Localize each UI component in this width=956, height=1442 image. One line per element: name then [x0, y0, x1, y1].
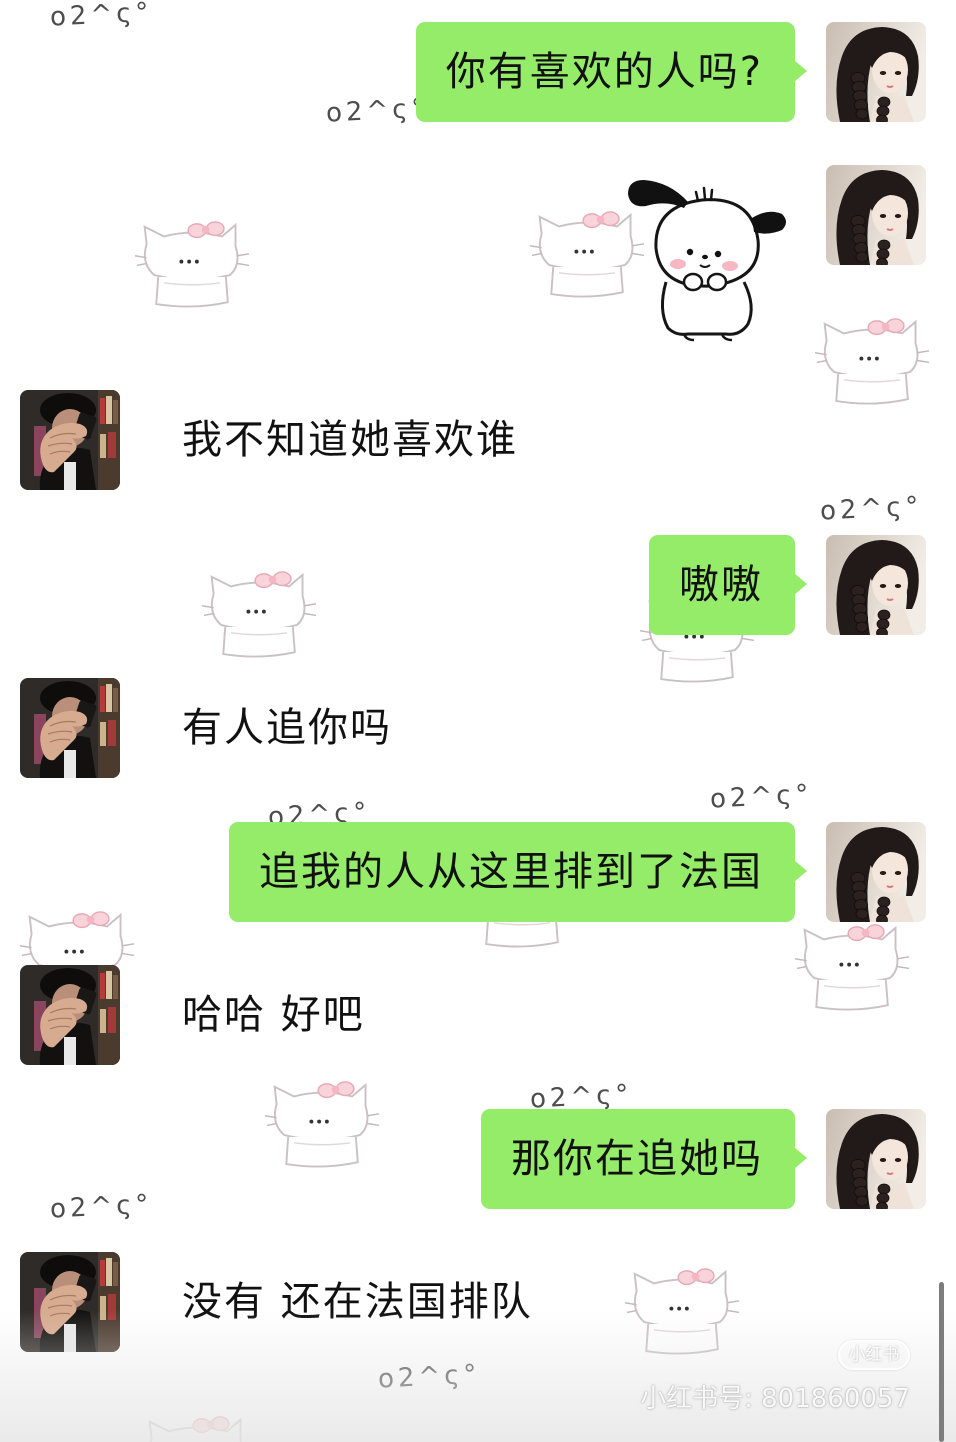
boy-avatar[interactable]: [20, 965, 120, 1065]
girl-avatar[interactable]: [826, 22, 926, 122]
message-row: 嗷嗷: [0, 535, 956, 635]
watermark-account-id: 小红书号: 801860057: [640, 1384, 910, 1414]
message-row: 那你在追她吗: [0, 1109, 956, 1209]
boy-avatar[interactable]: [20, 390, 120, 490]
xiaohongshu-logo-watermark: 小红书: [838, 1340, 910, 1370]
message-text: 那你在追她吗: [511, 1136, 763, 1182]
pochacco-sticker[interactable]: [626, 178, 788, 343]
message-row: 你有喜欢的人吗?: [0, 22, 956, 122]
message-text: 追我的人从这里排到了法国: [259, 849, 763, 895]
message-row: 有人追你吗: [0, 678, 956, 778]
chat-message-list[interactable]: 你有喜欢的人吗? 我不知道她喜欢谁 嗷嗷 有人追你吗 追我的人从这里排到了法国 …: [0, 0, 956, 1442]
message-bubble[interactable]: 嗷嗷: [649, 535, 807, 635]
message-text: 你有喜欢的人吗?: [445, 49, 763, 95]
scrollbar[interactable]: [939, 1282, 944, 1442]
message-text[interactable]: 我不知道她喜欢谁: [182, 390, 518, 490]
message-row: 追我的人从这里排到了法国: [0, 822, 956, 922]
message-row: 我不知道她喜欢谁: [0, 390, 956, 490]
boy-avatar[interactable]: [20, 678, 120, 778]
girl-avatar[interactable]: [826, 535, 926, 635]
message-text: 嗷嗷: [679, 562, 763, 608]
message-bubble[interactable]: 那你在追她吗: [481, 1109, 807, 1209]
girl-avatar[interactable]: [826, 822, 926, 922]
message-bubble[interactable]: 你有喜欢的人吗?: [415, 22, 808, 122]
message-row: [0, 165, 956, 342]
message-text[interactable]: 有人追你吗: [182, 678, 392, 778]
message-bubble[interactable]: 追我的人从这里排到了法国: [229, 822, 807, 922]
girl-avatar[interactable]: [826, 165, 926, 265]
message-text[interactable]: 哈哈 好吧: [182, 965, 365, 1065]
girl-avatar[interactable]: [826, 1109, 926, 1209]
bottom-fade-overlay: [0, 1310, 956, 1442]
message-row: 哈哈 好吧: [0, 965, 956, 1065]
